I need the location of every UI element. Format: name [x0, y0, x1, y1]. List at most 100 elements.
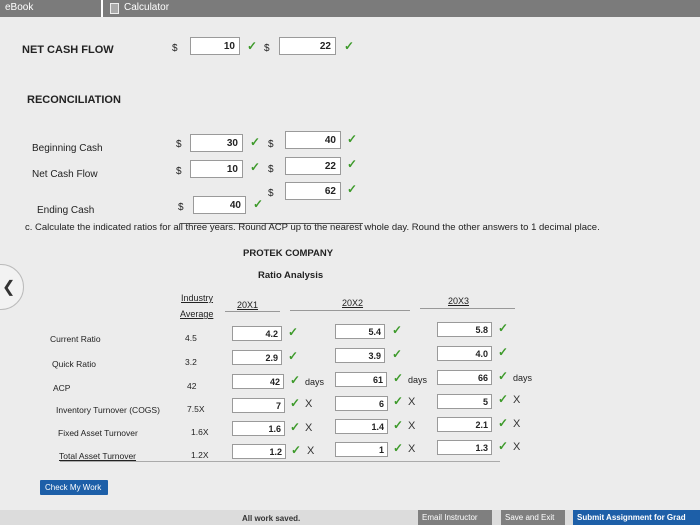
quick-ratio-20x2-input[interactable]: 3.9 — [335, 348, 385, 363]
current-ratio-20x3-input[interactable]: 5.8 — [437, 322, 492, 337]
correct-check-icon: ✓ — [253, 197, 264, 211]
correct-check-icon: ✓ — [288, 349, 299, 363]
inventory-turnover-20x1-input[interactable]: 7 — [232, 398, 285, 413]
currency-sign: $ — [176, 139, 182, 150]
days-unit: days — [408, 375, 428, 385]
correct-check-icon: ✓ — [498, 392, 509, 406]
correct-check-icon: ✓ — [498, 439, 509, 453]
ending-cash-20x1-input[interactable]: 40 — [193, 196, 246, 214]
correct-check-icon: ✓ — [392, 347, 403, 361]
incorrect-x-icon: X — [305, 422, 313, 434]
correct-check-icon: ✓ — [290, 396, 301, 410]
days-unit: days — [305, 377, 325, 387]
correct-check-icon: ✓ — [250, 135, 261, 149]
chevron-left-icon[interactable]: ❮ — [2, 277, 15, 297]
incorrect-x-icon: X — [307, 445, 315, 457]
correct-check-icon: ✓ — [250, 160, 261, 174]
tab-calculator-label: Calculator — [124, 2, 170, 13]
industry-inventory-turnover: 7.5X — [187, 404, 205, 414]
inventory-turnover-20x3-input[interactable]: 5 — [437, 394, 492, 409]
net-cash-flow-20x2-recon-input[interactable]: 22 — [285, 157, 341, 175]
beginning-cash-label: Beginning Cash — [32, 143, 103, 154]
industry-acp: 42 — [187, 381, 197, 391]
correct-check-icon: ✓ — [247, 39, 258, 53]
quick-ratio-20x1-input[interactable]: 2.9 — [232, 350, 282, 365]
row-label-inventory-turnover: Inventory Turnover (COGS) — [56, 405, 160, 415]
currency-sign: $ — [264, 43, 270, 54]
check-my-work-button[interactable]: Check My Work — [40, 480, 108, 495]
quick-ratio-20x3-input[interactable]: 4.0 — [437, 346, 492, 361]
current-ratio-20x1-input[interactable]: 4.2 — [232, 326, 282, 341]
incorrect-x-icon: X — [513, 394, 521, 406]
tab-calculator[interactable]: Calculator — [110, 2, 170, 14]
incorrect-x-icon: X — [408, 396, 416, 408]
year-20x2-header: 20X2 — [342, 298, 364, 308]
save-status: All work saved. — [242, 514, 301, 523]
fixed-asset-turnover-20x1-input[interactable]: 1.6 — [232, 421, 285, 436]
fixed-asset-turnover-20x3-input[interactable]: 2.1 — [437, 417, 492, 432]
tab-ebook[interactable]: eBook — [5, 2, 33, 13]
year-20x1-header: 20X1 — [237, 300, 259, 310]
correct-check-icon: ✓ — [288, 325, 299, 339]
year-20x3-header: 20X3 — [448, 296, 470, 306]
ending-cash-label: Ending Cash — [37, 205, 95, 216]
save-and-exit-button[interactable]: Save and Exit — [501, 510, 565, 525]
correct-check-icon: ✓ — [344, 39, 355, 53]
acp-20x2-input[interactable]: 61 — [335, 372, 387, 387]
reconciliation-title: RECONCILIATION — [27, 94, 121, 106]
header-rule — [420, 308, 515, 309]
current-ratio-20x2-input[interactable]: 5.4 — [335, 324, 385, 339]
total-asset-turnover-20x1-input[interactable]: 1.2 — [232, 444, 286, 459]
inventory-turnover-20x2-input[interactable]: 6 — [335, 396, 388, 411]
beginning-cash-20x1-input[interactable]: 30 — [190, 134, 243, 152]
submit-assignment-button[interactable]: Submit Assignment for Grad — [573, 510, 700, 525]
correct-check-icon: ✓ — [393, 371, 404, 385]
correct-check-icon: ✓ — [498, 369, 509, 383]
correct-check-icon: ✓ — [347, 132, 358, 146]
currency-sign: $ — [268, 188, 274, 199]
table-bottom-rule — [60, 461, 500, 462]
correct-check-icon: ✓ — [347, 157, 358, 171]
currency-sign: $ — [268, 139, 274, 150]
industry-header: Industry — [181, 293, 214, 303]
total-asset-turnover-20x2-input[interactable]: 1 — [335, 442, 388, 457]
industry-quick-ratio: 3.2 — [185, 357, 197, 367]
correct-check-icon: ✓ — [290, 420, 301, 434]
correct-check-icon: ✓ — [498, 321, 509, 335]
incorrect-x-icon: X — [305, 398, 313, 410]
instruction-text: c. Calculate the indicated ratios for al… — [25, 222, 600, 233]
correct-check-icon: ✓ — [393, 394, 404, 408]
row-label-total-asset-turnover: Total Asset Turnover — [59, 451, 137, 461]
header-rule — [225, 311, 280, 312]
correct-check-icon: ✓ — [393, 441, 404, 455]
correct-check-icon: ✓ — [498, 345, 509, 359]
ending-cash-20x2-input[interactable]: 62 — [285, 182, 341, 200]
correct-check-icon: ✓ — [392, 323, 403, 337]
industry-total-asset-turnover: 1.2X — [191, 450, 209, 460]
net-cash-flow-20x1-input[interactable]: 10 — [190, 37, 240, 55]
correct-check-icon: ✓ — [290, 373, 301, 387]
currency-sign: $ — [268, 164, 274, 175]
industry-current-ratio: 4.5 — [185, 333, 197, 343]
total-asset-turnover-20x3-input[interactable]: 1.3 — [437, 440, 492, 455]
acp-20x3-input[interactable]: 66 — [437, 370, 492, 385]
ratio-analysis-title: Ratio Analysis — [258, 270, 324, 281]
average-header: Average — [180, 309, 214, 319]
acp-20x1-input[interactable]: 42 — [232, 374, 284, 389]
correct-check-icon: ✓ — [291, 443, 302, 457]
top-tab-bar: eBook Calculator — [0, 0, 700, 17]
correct-check-icon: ✓ — [347, 182, 358, 196]
row-label-quick-ratio: Quick Ratio — [52, 359, 96, 369]
days-unit: days — [513, 373, 533, 383]
email-instructor-button[interactable]: Email Instructor — [418, 510, 492, 525]
net-cash-flow-20x2-input[interactable]: 22 — [279, 37, 336, 55]
company-title: PROTEK COMPANY — [243, 248, 334, 259]
fixed-asset-turnover-20x2-input[interactable]: 1.4 — [335, 419, 388, 434]
header-rule — [290, 310, 410, 311]
incorrect-x-icon: X — [408, 420, 416, 432]
row-label-acp: ACP — [53, 383, 71, 393]
row-label-fixed-asset-turnover: Fixed Asset Turnover — [58, 428, 138, 438]
incorrect-x-icon: X — [408, 443, 416, 455]
net-cash-flow-20x1-recon-input[interactable]: 10 — [190, 160, 243, 178]
beginning-cash-20x2-input[interactable]: 40 — [285, 131, 341, 149]
